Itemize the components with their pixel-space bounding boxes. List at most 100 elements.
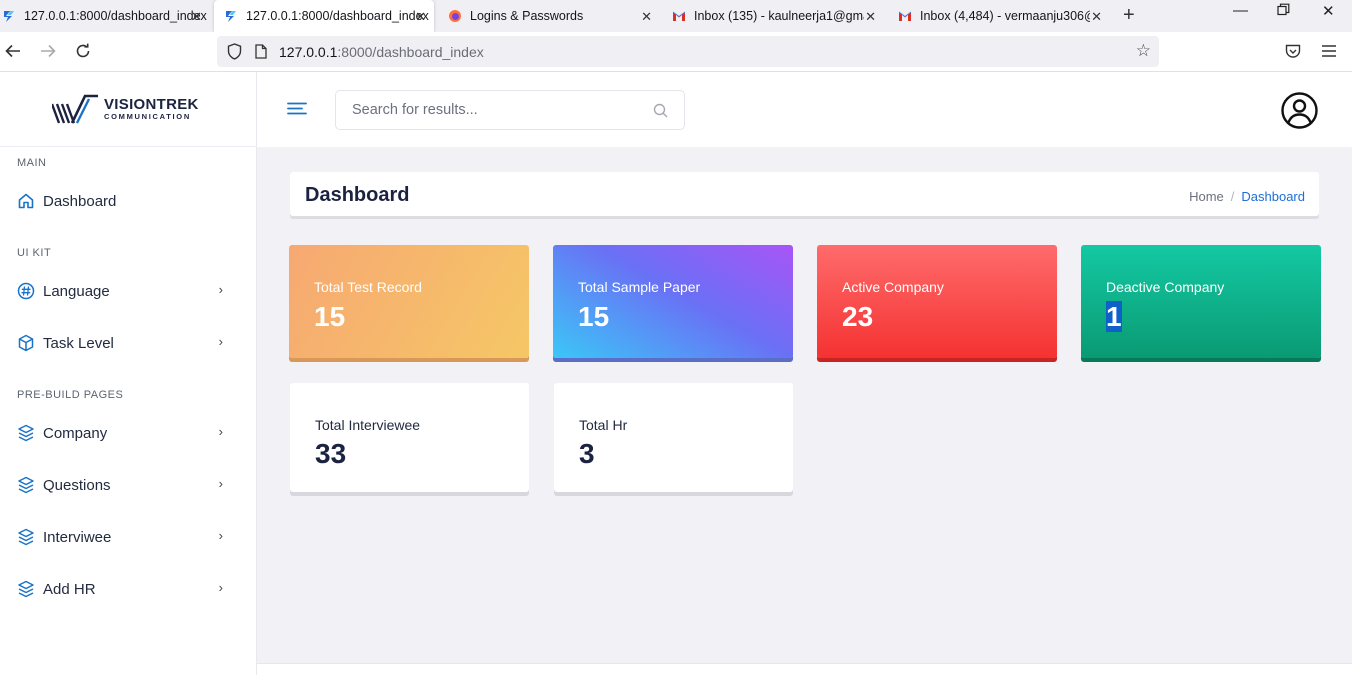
breadcrumb-separator: / (1230, 189, 1235, 204)
stat-card-deactive-company[interactable]: Deactive Company 1 (1081, 245, 1321, 358)
gmail-icon (672, 11, 686, 21)
sidebar-item-interviwee[interactable]: Interviwee › (17, 524, 237, 550)
tab-title: Inbox (4,484) - vermaanju306@g (920, 9, 1090, 23)
stat-value: 3 (579, 438, 595, 469)
stat-value-selected: 1 (1106, 301, 1122, 332)
sidebar-item-company[interactable]: Company › (17, 420, 237, 446)
stat-card-total-sample-paper[interactable]: Total Sample Paper 15 (553, 245, 793, 358)
tab-title: 127.0.0.1:8000/dashboard_index (24, 9, 207, 23)
address-bar[interactable]: 127.0.0.1:8000/dashboard_index ☆ (217, 36, 1159, 67)
browser-tab-active[interactable]: 127.0.0.1:8000/dashboard_index ✕ (214, 0, 434, 32)
sidebar-item-label: Questions (43, 476, 111, 494)
chevron-right-icon: › (218, 528, 223, 543)
stat-card-total-interviewee[interactable]: Total Interviewee 33 (290, 383, 529, 492)
section-title-ui-kit: UI KIT (17, 247, 52, 259)
tab-title: Inbox (135) - kaulneerja1@gmai (694, 9, 864, 23)
hamburger-menu-icon[interactable] (287, 102, 307, 116)
close-window-icon[interactable]: ✕ (1322, 2, 1335, 20)
new-tab-icon[interactable]: + (1123, 4, 1135, 27)
stat-label: Deactive Company (1106, 279, 1225, 295)
minimize-icon[interactable]: — (1233, 2, 1248, 19)
stat-card-total-hr[interactable]: Total Hr 3 (554, 383, 793, 492)
breadcrumb-home[interactable]: Home (1189, 189, 1224, 204)
sidebar-item-add-hr[interactable]: Add HR › (17, 576, 237, 602)
section-title-main: MAIN (17, 157, 47, 169)
stat-card-active-company[interactable]: Active Company 23 (817, 245, 1057, 358)
page-icon (255, 44, 267, 59)
stat-value: 15 (314, 301, 346, 332)
layers-icon (18, 528, 34, 546)
site-icon (226, 11, 236, 22)
logo-wordmark: VISIONTREK COMMUNICATION (104, 97, 199, 121)
menu-icon[interactable] (1322, 45, 1336, 57)
close-tab-icon[interactable]: ✕ (1091, 9, 1102, 25)
sidebar-item-dashboard[interactable]: Dashboard (17, 188, 237, 214)
close-tab-icon[interactable]: ✕ (191, 9, 202, 25)
chevron-right-icon: › (218, 334, 223, 349)
chevron-right-icon: › (218, 580, 223, 595)
stat-label: Total Hr (579, 417, 628, 433)
stat-label: Active Company (842, 279, 944, 295)
sidebar-divider (0, 146, 257, 147)
layers-icon (18, 580, 34, 598)
logo[interactable]: VISIONTREK COMMUNICATION (52, 94, 199, 124)
browser-tab-bar: 127.0.0.1:8000/dashboard_index ✕ 127.0.0… (0, 0, 1352, 32)
breadcrumb: Home / Dashboard (1189, 189, 1305, 204)
shield-icon[interactable] (227, 43, 242, 60)
sidebar-item-questions[interactable]: Questions › (17, 472, 237, 498)
search-icon[interactable] (653, 103, 668, 118)
stat-value: 23 (842, 301, 874, 332)
sidebar-item-label: Add HR (43, 580, 96, 598)
url-host: 127.0.0.1 (279, 44, 338, 60)
chevron-right-icon: › (218, 282, 223, 297)
layers-icon (18, 476, 34, 494)
search-placeholder: Search for results... (352, 102, 478, 118)
url-text[interactable]: 127.0.0.1:8000/dashboard_index (279, 44, 484, 60)
stat-value: 15 (578, 301, 610, 332)
reload-icon[interactable] (75, 43, 91, 59)
sidebar-item-label: Interviwee (43, 528, 112, 546)
stat-label: Total Interviewee (315, 417, 421, 433)
logo-name: VISIONTREK (104, 96, 199, 113)
search-input[interactable]: Search for results... (335, 90, 685, 130)
bookmark-star-icon[interactable]: ☆ (1136, 41, 1151, 61)
hash-icon (17, 282, 35, 300)
section-title-pre-build-pages: PRE-BUILD PAGES (17, 389, 124, 401)
stat-label: Total Sample Paper (578, 279, 701, 295)
browser-tab[interactable]: Inbox (4,484) - vermaanju306@g ✕ (890, 0, 1110, 32)
stat-value: 33 (315, 438, 347, 469)
restore-icon[interactable] (1277, 3, 1290, 16)
sidebar-item-label: Dashboard (43, 192, 117, 210)
chevron-right-icon: › (218, 424, 223, 439)
browser-tab[interactable]: 127.0.0.1:8000/dashboard_index ✕ (0, 0, 210, 32)
stat-label: Total Test Record (314, 279, 422, 295)
sidebar-item-language[interactable]: Language › (17, 278, 237, 304)
tab-title: Logins & Passwords (470, 9, 584, 23)
pocket-icon[interactable] (1285, 44, 1301, 59)
close-tab-icon[interactable]: ✕ (415, 9, 426, 25)
stat-card-total-test-record[interactable]: Total Test Record 15 (289, 245, 529, 358)
home-icon (18, 193, 34, 209)
browser-tab[interactable]: Inbox (135) - kaulneerja1@gmai ✕ (664, 0, 884, 32)
stat-value: 1 (1106, 301, 1122, 333)
user-avatar-icon[interactable] (1281, 92, 1318, 129)
sidebar-item-label: Language (43, 282, 110, 300)
browser-nav-bar: 127.0.0.1:8000/dashboard_index ☆ (0, 32, 1352, 72)
sidebar-item-label: Company (43, 424, 108, 442)
close-tab-icon[interactable]: ✕ (865, 9, 876, 25)
cube-icon (18, 334, 34, 352)
layers-icon (18, 424, 34, 442)
sidebar-item-label: Task Level (43, 334, 114, 352)
page-title: Dashboard (305, 184, 410, 206)
forward-icon[interactable] (40, 44, 56, 58)
breadcrumb-current: Dashboard (1241, 189, 1305, 204)
page-header: Dashboard Home / Dashboard (290, 172, 1319, 216)
logo-tagline: COMMUNICATION (104, 112, 191, 121)
back-icon[interactable] (5, 44, 21, 58)
footer (257, 663, 1352, 675)
sidebar-item-task-level[interactable]: Task Level › (17, 330, 237, 356)
browser-tab[interactable]: Logins & Passwords ✕ (440, 0, 660, 32)
visiontrek-logo-icon (52, 94, 98, 124)
close-tab-icon[interactable]: ✕ (641, 9, 652, 25)
firefox-icon (449, 10, 461, 22)
